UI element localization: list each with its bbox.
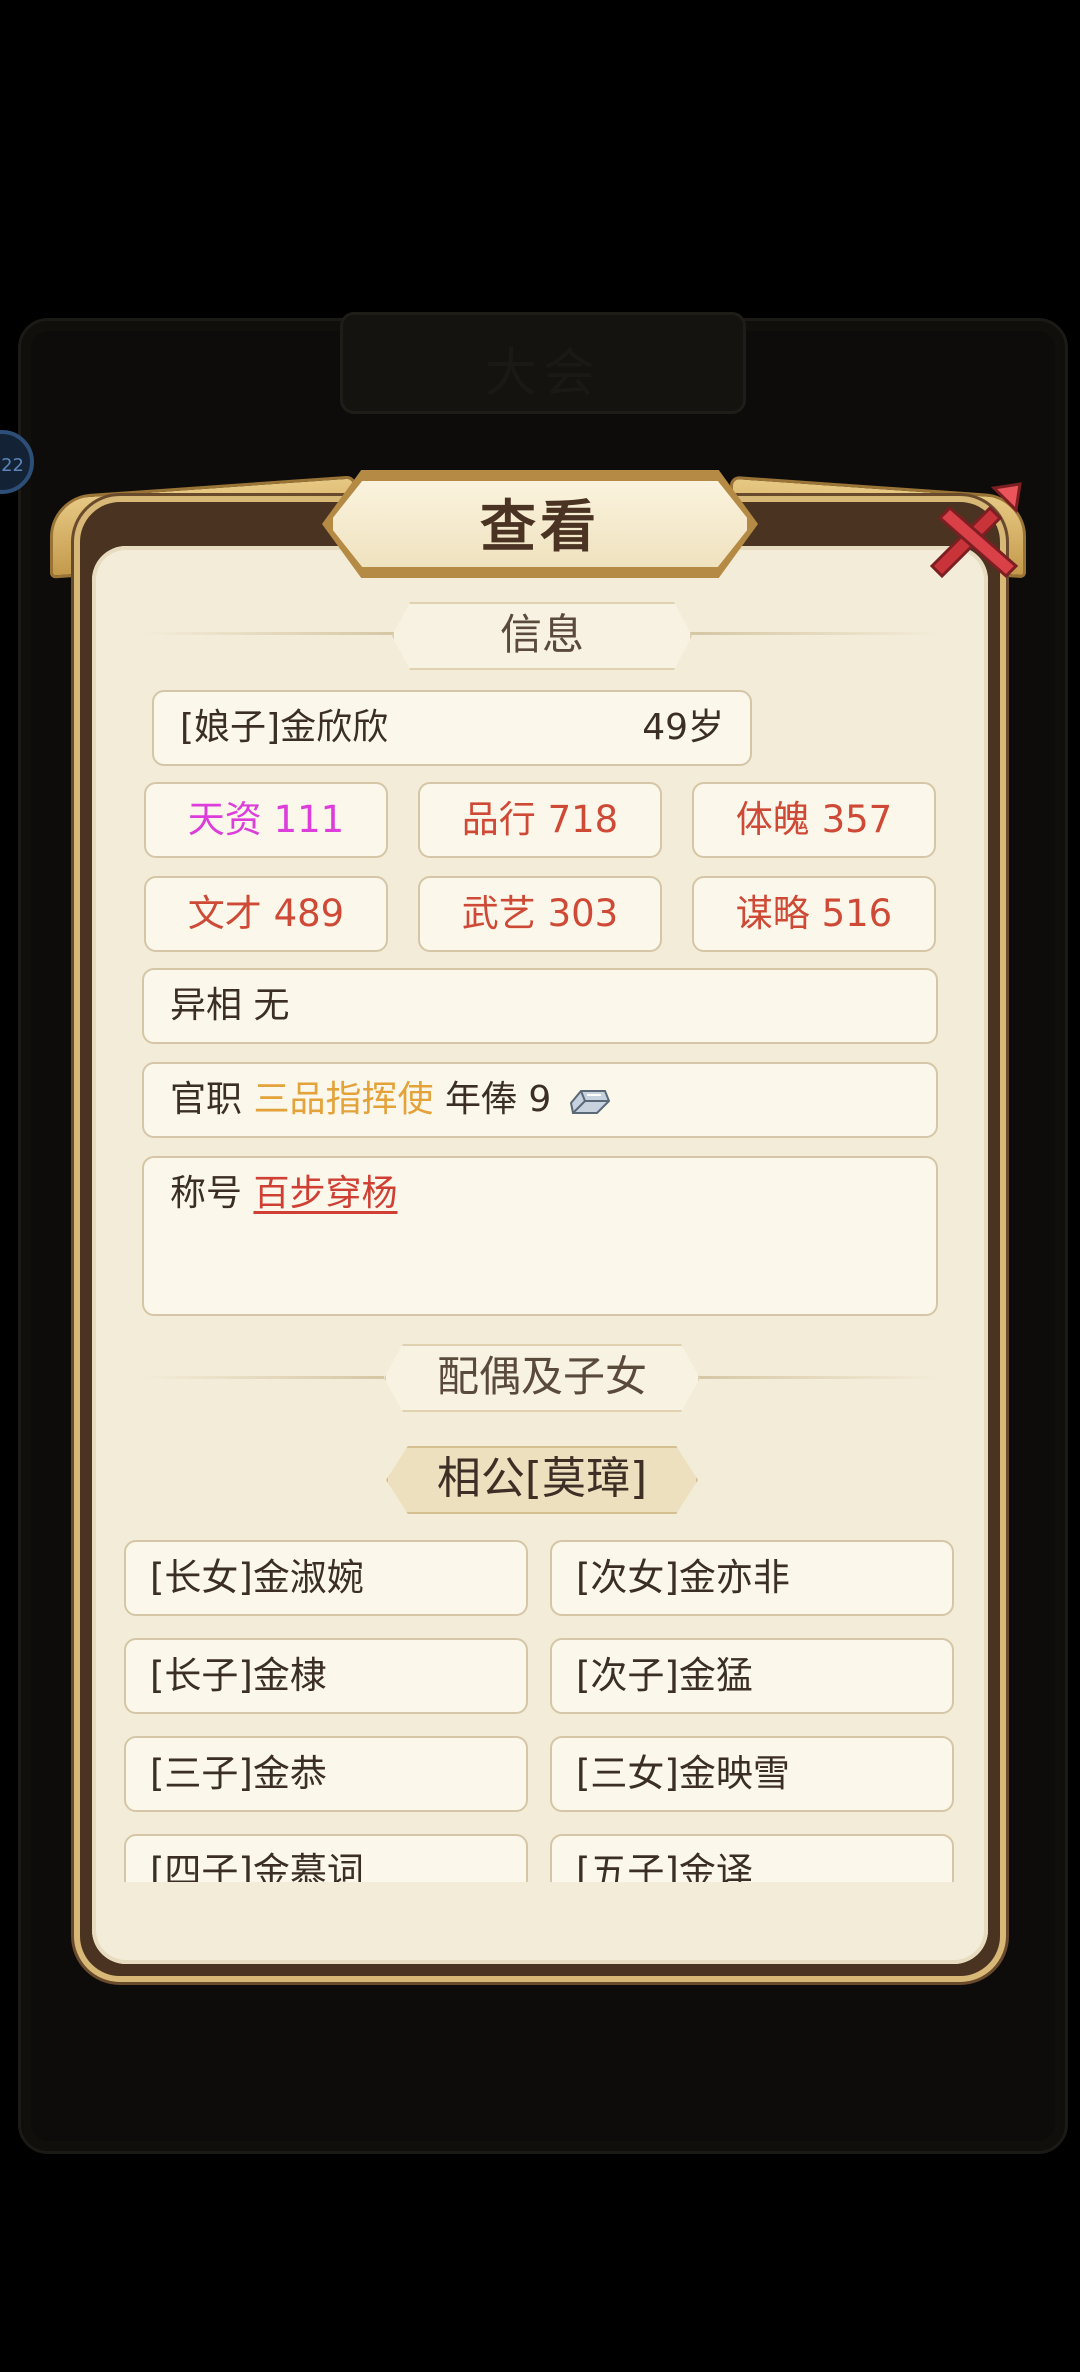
stat-value: 489 [273, 892, 345, 935]
stat-label: 体魄 [735, 798, 810, 841]
stat-value: 718 [547, 798, 619, 841]
child-item[interactable]: [长女]金淑婉 [124, 1540, 528, 1616]
office-label: 官职 [170, 1079, 243, 1120]
section-divider-right [696, 1376, 940, 1379]
stat-value: 303 [547, 892, 619, 935]
stat-label: 文才 [187, 892, 262, 935]
stat-strategy: 谋略 516 [692, 876, 936, 952]
child-item[interactable]: [长子]金棣 [124, 1638, 528, 1714]
stat-label: 品行 [461, 798, 536, 841]
background-title: 大会 [484, 344, 601, 404]
child-item[interactable]: [四子]金慕词 [124, 1834, 528, 1882]
child-item[interactable]: [三子]金恭 [124, 1736, 528, 1812]
section-header-info: 信息 [392, 602, 692, 670]
section-divider-left [144, 632, 394, 635]
children-list[interactable]: [长女]金淑婉 [次女]金亦非 [长子]金棣 [次子]金猛 [三子]金恭 [三女… [120, 1530, 960, 1882]
close-x-icon [929, 482, 1022, 579]
office-row: 官职 三品指挥使 年俸 9 [142, 1062, 938, 1138]
silver-ingot-icon [569, 1090, 610, 1114]
stat-label: 武艺 [461, 892, 536, 935]
salary-label: 年俸 [444, 1079, 517, 1120]
appearance-row: 异相 无 [142, 968, 938, 1044]
stat-literary: 文才 489 [144, 876, 388, 952]
character-age: 49岁 [642, 707, 724, 748]
office-value: 三品指挥使 [253, 1079, 434, 1120]
stat-conduct: 品行 718 [418, 782, 662, 858]
name-age-row: [娘子]金欣欣 49岁 [152, 690, 752, 766]
honorific-label: 称号 [170, 1173, 243, 1214]
stat-value: 111 [273, 798, 345, 841]
stat-label: 谋略 [735, 892, 810, 935]
child-item[interactable]: [三女]金映雪 [550, 1736, 954, 1812]
stat-martial: 武艺 303 [418, 876, 662, 952]
stat-talent: 天资 111 [144, 782, 388, 858]
child-item[interactable]: [五子]金译 [550, 1834, 954, 1882]
game-screen: 大会 22 查看 信息 [娘子]金欣欣 49岁 天资 111 品行 718 体魄… [0, 0, 1080, 2372]
background-title-plate: 大会 [340, 312, 746, 414]
section-header-family: 配偶及子女 [384, 1344, 700, 1412]
stat-value: 357 [821, 798, 893, 841]
spouse-tag[interactable]: 相公[莫璋] [386, 1446, 698, 1514]
stat-physique: 体魄 357 [692, 782, 936, 858]
dialog-title: 查看 [480, 495, 600, 560]
section-divider-right [690, 632, 940, 635]
appearance-label: 异相 [170, 985, 243, 1026]
character-name: [娘子]金欣欣 [180, 707, 389, 748]
appearance-value: 无 [253, 985, 290, 1026]
honorific-link[interactable]: 百步穿杨 [253, 1173, 397, 1214]
stat-value: 516 [821, 892, 893, 935]
close-button[interactable] [920, 478, 1028, 586]
honorific-row: 称号 百步穿杨 [142, 1156, 938, 1316]
salary-value: 9 [528, 1079, 552, 1120]
child-item[interactable]: [次女]金亦非 [550, 1540, 954, 1616]
section-divider-left [144, 1376, 384, 1379]
stat-label: 天资 [187, 798, 262, 841]
child-item[interactable]: [次子]金猛 [550, 1638, 954, 1714]
